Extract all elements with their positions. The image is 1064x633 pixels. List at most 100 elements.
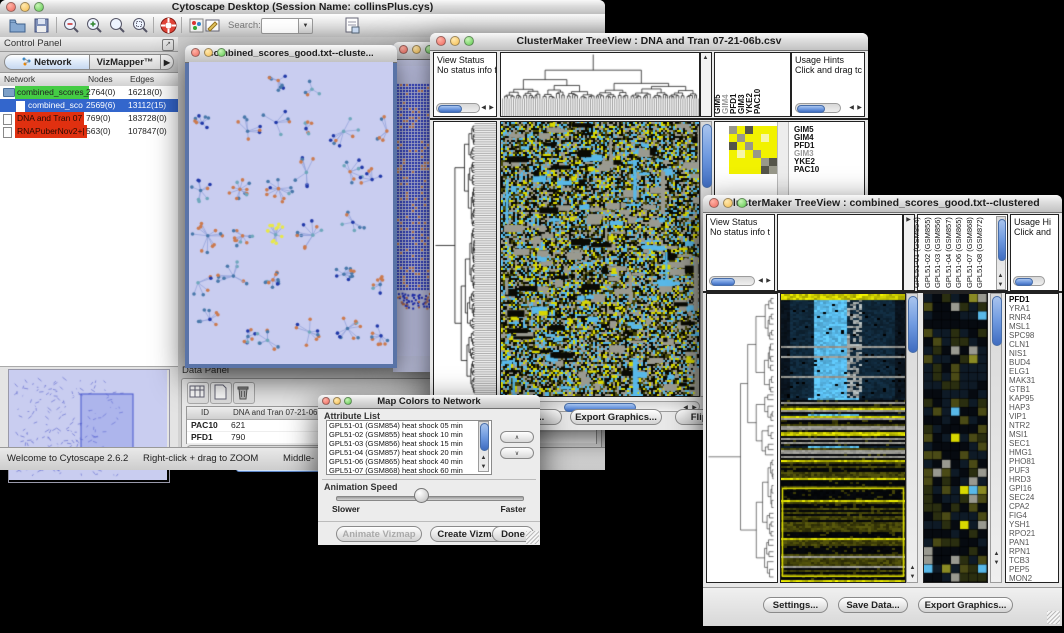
gene-label[interactable]: TCB3 [1009,556,1058,565]
minimize-button[interactable] [20,2,30,12]
gene-label[interactable]: HAP3 [1009,403,1058,412]
gene-label[interactable]: SPC98 [1009,331,1058,340]
gene-label[interactable]: RPN1 [1009,547,1058,556]
gene-label[interactable]: MSI1 [1009,430,1058,439]
network-table-row[interactable]: RNAPuberNov2+|563(0)107847(0) [0,125,178,138]
gene-label[interactable]: YRA1 [1009,304,1058,313]
gene-label[interactable]: SEC24 [1009,493,1058,502]
gene-label[interactable]: PAN1 [1009,538,1058,547]
scroll-down-arrow[interactable]: ▼ [479,463,488,471]
gene-label[interactable]: PUF3 [1009,466,1058,475]
delete-attribute-icon[interactable] [233,382,255,404]
zoom-button[interactable] [217,48,226,57]
resize-grip[interactable] [526,531,539,544]
column-dendrogram-canvas[interactable] [501,53,699,116]
heatmap-canvas[interactable] [781,294,905,582]
gene-label[interactable]: VIP1 [1009,412,1058,421]
zoom-heatmap-canvas[interactable] [924,294,987,582]
zoom-button[interactable] [737,198,747,208]
scroll-down-arrow[interactable]: ▼ [908,573,917,581]
close-button[interactable] [322,397,330,405]
col-id[interactable]: ID [201,408,209,417]
export-graphics-button[interactable]: Export Graphics... [918,597,1013,613]
usage-hints-hscrollbar[interactable] [1013,276,1045,286]
scroll-down-arrow[interactable]: ▼ [992,559,1001,567]
heatmap-canvas[interactable] [501,122,699,396]
dendrogram-scroll-strip[interactable]: ▲ [700,52,712,117]
move-up-button[interactable]: ∧ [500,431,534,443]
report-icon[interactable] [343,16,362,35]
network-canvas[interactable] [189,62,393,364]
gene-label[interactable]: PEP5 [1009,565,1058,574]
zoom-fit-icon[interactable] [108,16,127,35]
attribute-list[interactable]: GPL51-01 (GSM854) heat shock 05 minGPL51… [326,420,492,475]
scrollbar-thumb[interactable] [992,296,1002,346]
gene-label[interactable]: PFD1 [1009,295,1058,304]
close-button[interactable] [399,45,408,54]
attribute-list-item[interactable]: GPL51-07 (GSM868) heat shock 60 min [327,466,491,475]
col-network[interactable]: Network [4,74,35,84]
column-labels-vscrollbar[interactable]: ▲ ▼ [996,216,1006,290]
scroll-right-arrow[interactable]: ▶ [487,104,496,112]
gene-label[interactable]: YSH1 [1009,520,1058,529]
dialog-titlebar[interactable]: Map Colors to Network [318,395,540,409]
zoom-out-icon[interactable] [62,16,81,35]
gene-label[interactable]: RPO21 [1009,529,1058,538]
gene-label[interactable]: RNR4 [1009,313,1058,322]
annotation-icon[interactable] [203,16,222,35]
scroll-up-arrow[interactable]: ▲ [992,550,1001,558]
gene-label[interactable]: HMG1 [1009,448,1058,457]
gene-label[interactable]: NIS1 [1009,349,1058,358]
network-table-row[interactable]: combined_sco2569(6)13112(15) [0,99,178,112]
gene-dendrogram-canvas[interactable] [434,122,496,396]
attribute-select-icon[interactable] [187,382,209,404]
attribute-list-item[interactable]: GPL51-03 (GSM856) heat shock 15 min [327,439,491,448]
attribute-list-item[interactable]: GPL51-02 (GSM855) heat shock 10 min [327,430,491,439]
help-lifesaver-icon[interactable] [159,16,178,35]
minimize-button[interactable] [412,45,421,54]
zoom-button[interactable] [344,397,352,405]
gene-label[interactable]: PHO81 [1009,457,1058,466]
view-status-hscrollbar[interactable] [709,276,755,286]
scroll-right-arrow[interactable]: ▶ [764,277,773,285]
scrollbar-thumb[interactable] [1015,278,1033,286]
attribute-list-item[interactable]: GPL51-04 (GSM857) heat shock 20 min [327,448,491,457]
scrollbar-thumb[interactable] [438,105,462,113]
scrollbar-thumb[interactable] [480,423,489,451]
zoom-button[interactable] [464,36,474,46]
gene-label[interactable]: ELG1 [1009,367,1058,376]
minimize-button[interactable] [450,36,460,46]
float-panel-icon[interactable]: ↗ [162,39,174,51]
settings-button[interactable]: Settings... [763,597,828,613]
tab-network[interactable]: Network [4,54,90,70]
usage-hints-hscrollbar[interactable] [795,103,841,113]
speed-slider-thumb[interactable] [414,488,429,503]
gene-label[interactable]: MON2 [1009,574,1058,583]
gene-label[interactable]: HRD3 [1009,475,1058,484]
network-table-row[interactable]: combined_scores_2764(0)16218(0) [0,86,178,99]
scroll-right-arrow[interactable]: ▶ [855,104,864,112]
gene-label[interactable]: NTR2 [1009,421,1058,430]
tab-overflow-arrow[interactable]: ▶ [160,54,174,70]
tab-vizmapper[interactable]: VizMapper™ [89,54,161,70]
save-data-button[interactable]: Save Data... [838,597,908,613]
close-button[interactable] [6,2,16,12]
network-table-row[interactable]: DNA and Tran 07769(0)183728(0) [0,112,178,125]
heatmap-vscrollbar[interactable]: ▲ ▼ [906,293,918,583]
attribute-list-vscrollbar[interactable]: ▲ ▼ [478,421,489,472]
zoom-in-icon[interactable] [85,16,104,35]
scrollbar-thumb[interactable] [797,105,825,113]
attribute-list-item[interactable]: GPL51-01 (GSM854) heat shock 05 min [327,421,491,430]
gene-label[interactable]: FIG4 [1009,511,1058,520]
save-icon[interactable] [32,16,51,35]
close-button[interactable] [436,36,446,46]
zoom-button[interactable] [34,2,44,12]
search-input[interactable] [261,18,299,34]
scroll-up-arrow[interactable]: ▲ [996,272,1005,280]
gene-dendrogram-canvas[interactable] [707,294,777,582]
gene-label[interactable]: GPI16 [1009,484,1058,493]
minimize-button[interactable] [333,397,341,405]
scrollbar-thumb[interactable] [998,219,1006,261]
scrollbar-thumb[interactable] [908,296,918,353]
scroll-down-arrow[interactable]: ▼ [996,281,1005,289]
